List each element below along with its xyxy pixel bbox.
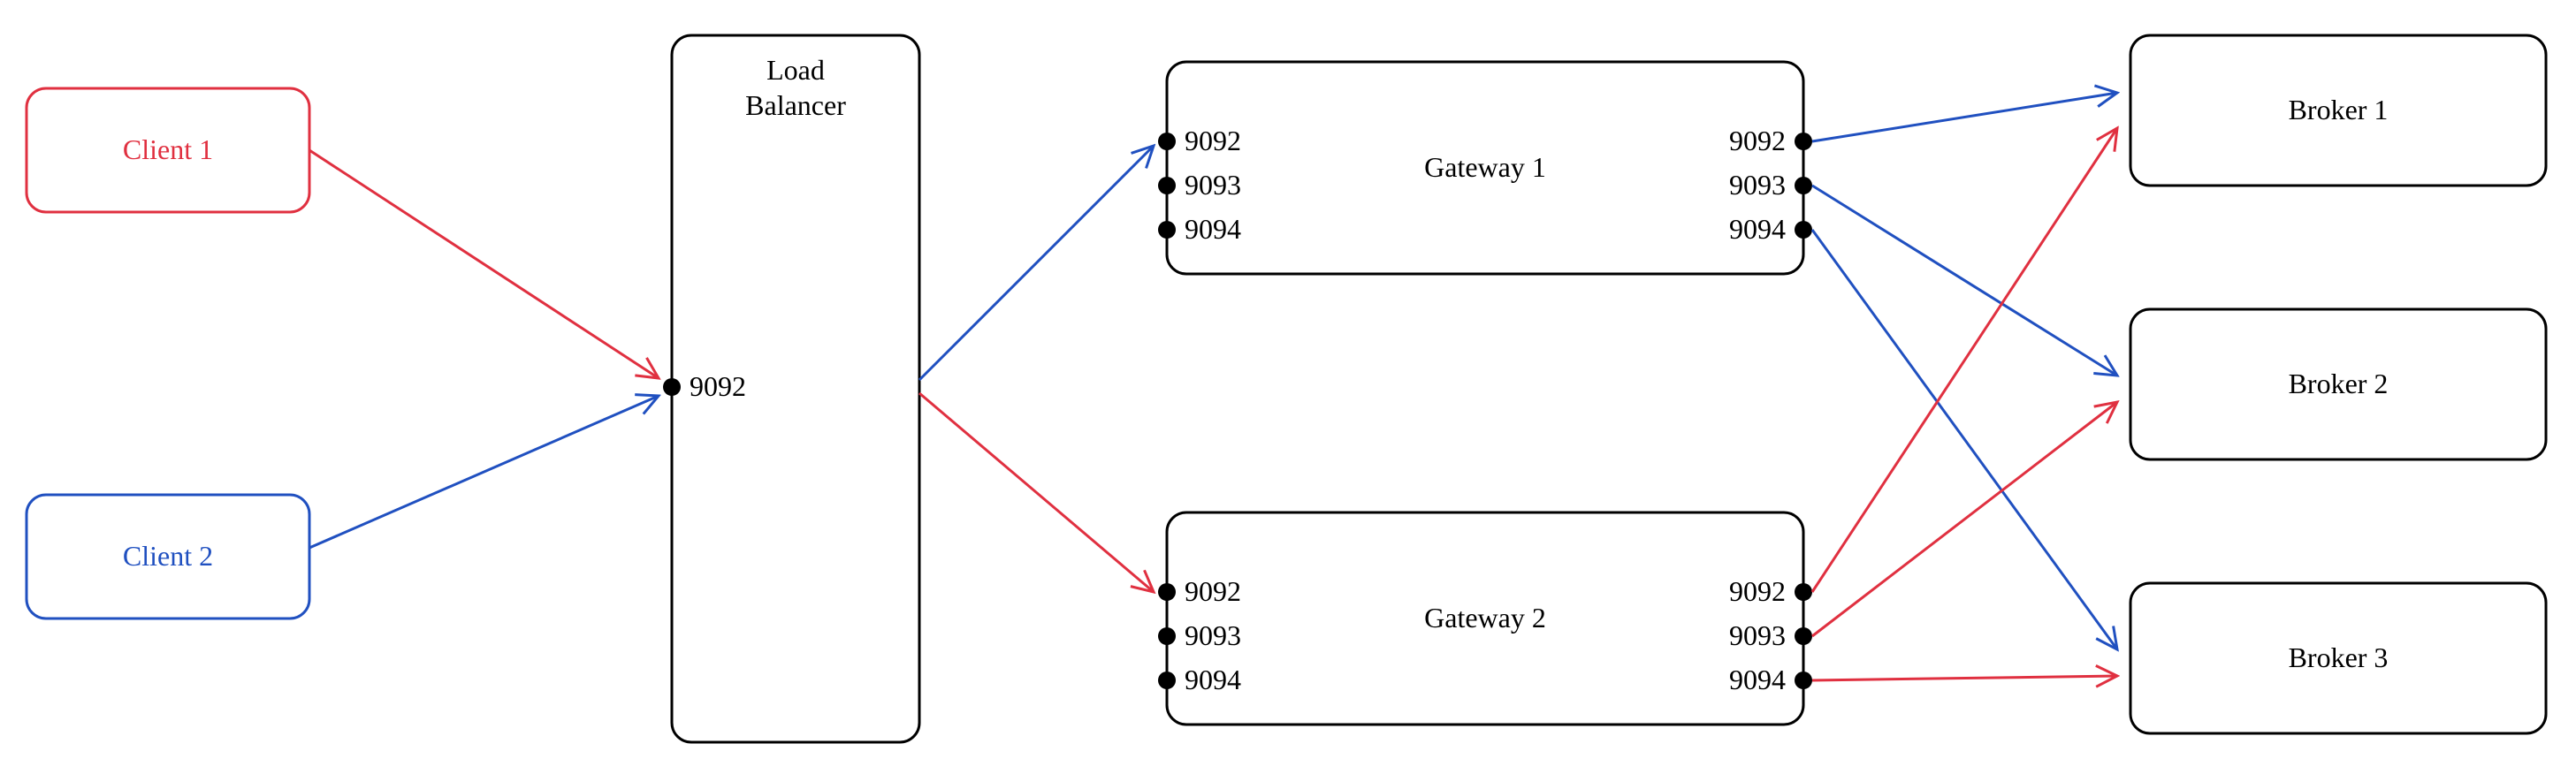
gateway-1-label: Gateway 1 bbox=[1424, 151, 1546, 183]
broker-2-label: Broker 2 bbox=[2289, 368, 2389, 399]
gateway-2-in-port-1-label: 9092 bbox=[1185, 575, 1241, 607]
load-balancer-port-label: 9092 bbox=[690, 370, 746, 402]
arrow-lb-to-gw1 bbox=[919, 146, 1154, 380]
gateway-2-out-port-3-label: 9094 bbox=[1729, 664, 1786, 695]
gateway-1-in-port-3-label: 9094 bbox=[1185, 213, 1241, 245]
gateway-1-in-port-3-dot bbox=[1158, 221, 1176, 239]
gateway-1-out-port-2-label: 9093 bbox=[1729, 169, 1786, 201]
gateway-1-out-port-1-dot bbox=[1795, 133, 1812, 150]
load-balancer-label-2: Balancer bbox=[745, 89, 846, 121]
gateway-2-out-port-3-dot bbox=[1795, 672, 1812, 689]
gateway-1-in-port-1-label: 9092 bbox=[1185, 125, 1241, 156]
gateway-1-out-port-3-dot bbox=[1795, 221, 1812, 239]
gateway-1-in-port-2-label: 9093 bbox=[1185, 169, 1241, 201]
arrow-gw1-p9094-to-b3 bbox=[1812, 230, 2117, 649]
client-2-label: Client 2 bbox=[123, 540, 213, 572]
gateway-2-in-port-1-dot bbox=[1158, 583, 1176, 601]
arrow-gw2-p9093-to-b2 bbox=[1812, 402, 2117, 636]
client-1-label: Client 1 bbox=[123, 133, 213, 165]
broker-1-label: Broker 1 bbox=[2289, 94, 2389, 125]
arrow-client2-to-lb bbox=[309, 396, 659, 548]
architecture-diagram: Client 1 Client 2 Load Balancer 9092 Gat… bbox=[0, 0, 2576, 774]
gateway-2-in-port-3-label: 9094 bbox=[1185, 664, 1241, 695]
load-balancer-port-dot bbox=[663, 378, 681, 396]
gateway-1-out-port-3-label: 9094 bbox=[1729, 213, 1786, 245]
gateway-2-in-port-2-dot bbox=[1158, 627, 1176, 645]
gateway-2-out-port-1-dot bbox=[1795, 583, 1812, 601]
gateway-1-in-port-2-dot bbox=[1158, 177, 1176, 194]
gateway-2-label: Gateway 2 bbox=[1424, 602, 1546, 634]
gateway-1-in-port-1-dot bbox=[1158, 133, 1176, 150]
gateway-2-out-port-2-label: 9093 bbox=[1729, 619, 1786, 651]
arrow-gw2-p9094-to-b3 bbox=[1812, 676, 2117, 680]
gateway-2-in-port-3-dot bbox=[1158, 672, 1176, 689]
gateway-2-out-port-1-label: 9092 bbox=[1729, 575, 1786, 607]
gateway-2-in-port-2-label: 9093 bbox=[1185, 619, 1241, 651]
arrow-gw2-p9092-to-b1 bbox=[1812, 128, 2117, 592]
arrow-gw1-p9093-to-b2 bbox=[1812, 186, 2117, 376]
broker-3-label: Broker 3 bbox=[2289, 641, 2389, 673]
gateway-1-out-port-1-label: 9092 bbox=[1729, 125, 1786, 156]
load-balancer-label-1: Load bbox=[766, 54, 825, 86]
arrow-client1-to-lb bbox=[309, 150, 659, 378]
gateway-2-out-port-2-dot bbox=[1795, 627, 1812, 645]
arrow-lb-to-gw2 bbox=[919, 393, 1154, 592]
arrow-gw1-p9092-to-b1 bbox=[1812, 93, 2117, 141]
gateway-1-out-port-2-dot bbox=[1795, 177, 1812, 194]
